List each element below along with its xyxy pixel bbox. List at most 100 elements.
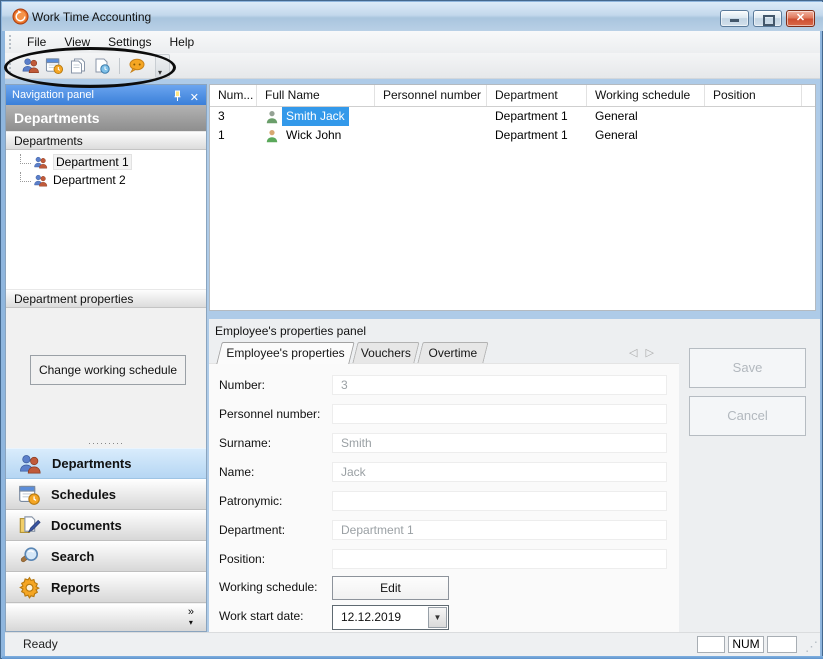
work-start-date-combo[interactable]: 12.12.2019 ▼ (332, 605, 449, 630)
navigation-panel-header[interactable]: Navigation panel ✕ (6, 85, 206, 105)
cell-full-name[interactable]: Wick John (257, 126, 375, 145)
save-button[interactable]: Save (689, 348, 806, 388)
sidebar-item-schedules[interactable]: Schedules (6, 479, 206, 510)
department-properties-label[interactable]: Department properties (6, 289, 206, 308)
position-label: Position: (219, 552, 266, 566)
tab-vouchers[interactable]: Vouchers (352, 342, 420, 363)
schedules-icon (45, 58, 63, 75)
menu-view[interactable]: View (55, 32, 99, 52)
sidebar-item-documents[interactable]: Documents (6, 510, 206, 541)
departments-group-label[interactable]: Departments (6, 131, 206, 150)
cell-full-name[interactable]: Smith Jack (257, 107, 375, 126)
status-bar: Ready NUM ⋰ (5, 632, 820, 656)
status-cell-num: NUM (728, 636, 764, 653)
close-button[interactable]: ✕ (786, 10, 815, 27)
table-row[interactable]: 3 Smith Jack Department 1 General (210, 107, 815, 126)
patronymic-field[interactable] (332, 491, 667, 511)
cell-working-schedule: General (595, 128, 638, 142)
toolbar-overflow-button[interactable]: ▾ (155, 53, 170, 78)
maximize-button[interactable] (753, 10, 782, 27)
work-start-date-value: 12.12.2019 (341, 610, 402, 624)
number-label: Number: (219, 378, 266, 392)
position-field[interactable] (332, 549, 667, 569)
employee-name: Wick John (286, 128, 342, 142)
surname-label: Surname: (219, 436, 272, 450)
documents-icon (71, 58, 85, 73)
column-header-position[interactable]: Position (705, 85, 802, 106)
cancel-button[interactable]: Cancel (689, 396, 806, 436)
reports-icon (19, 576, 40, 599)
chevron-double-right-icon[interactable]: » (188, 606, 194, 618)
edit-working-schedule-button[interactable]: Edit (332, 576, 449, 600)
column-header-personnel-number[interactable]: Personnel number (375, 85, 487, 106)
resize-grip[interactable]: ⋰ (805, 639, 818, 655)
department-properties-body: Change working schedule (6, 308, 206, 441)
tree-item-department-1[interactable]: Department 1 (6, 153, 206, 171)
tab-overtime[interactable]: Overtime (417, 342, 489, 363)
column-header-num[interactable]: Num... (210, 85, 257, 106)
department-icon (34, 174, 48, 186)
sidebar-item-label: Schedules (51, 487, 117, 502)
surname-field[interactable]: Smith (332, 433, 667, 453)
name-field[interactable]: Jack (332, 462, 667, 482)
column-header-working-schedule[interactable]: Working schedule (587, 85, 705, 106)
change-working-schedule-button[interactable]: Change working schedule (30, 355, 186, 385)
menu-file[interactable]: File (18, 32, 55, 52)
document-time-icon (95, 58, 110, 74)
panel-button-zone: Save Cancel (679, 319, 820, 632)
tab-scroll-left-icon[interactable]: ◁ (629, 347, 645, 359)
cell-personnel-number (375, 107, 487, 126)
sidebar-item-reports[interactable]: Reports (6, 572, 206, 603)
app-window: Work Time Accounting ✕ File View Setting… (0, 0, 823, 659)
department-field[interactable]: Department 1 (332, 520, 667, 540)
tab-employee-properties[interactable]: Employee's properties (216, 342, 355, 364)
toolbar-help-button[interactable] (125, 55, 149, 77)
sidebar-overflow-bar[interactable]: » ▾ (6, 604, 206, 631)
toolbar-document-time-button[interactable] (90, 55, 114, 77)
tab-scroll-right-icon[interactable]: ▷ (645, 347, 661, 359)
status-cell-empty-2 (767, 636, 797, 653)
patronymic-label: Patronymic: (219, 494, 283, 508)
menu-settings[interactable]: Settings (99, 32, 160, 52)
cell-position (705, 107, 802, 126)
panel-splitter[interactable]: ········· (6, 439, 206, 448)
menu-help[interactable]: Help (161, 32, 204, 52)
number-field[interactable]: 3 (332, 375, 667, 395)
cell-position (705, 126, 802, 145)
department-label: Department: (219, 523, 286, 537)
department-icon (34, 156, 48, 168)
column-header-department[interactable]: Department (487, 85, 587, 106)
working-schedule-label: Working schedule: (219, 580, 318, 594)
search-icon (20, 547, 39, 563)
properties-panel-title: Employee's properties panel (215, 324, 367, 338)
departments-icon (22, 58, 39, 74)
minimize-button[interactable] (720, 10, 749, 27)
table-row[interactable]: 1 Wick John Department 1 General (210, 126, 815, 145)
chevron-down-icon[interactable]: ▾ (189, 618, 193, 627)
toolbar-documents-button[interactable] (66, 55, 90, 77)
sidebar-item-search[interactable]: Search (6, 541, 206, 572)
toolbar-departments-button[interactable] (18, 55, 42, 77)
column-header-full-name[interactable]: Full Name (257, 85, 375, 106)
employee-properties-panel: Employee's properties panel ✕ Employee's… (209, 319, 820, 632)
sidebar-item-label: Departments (52, 456, 132, 471)
tree-item-department-2[interactable]: Department 2 (6, 171, 206, 189)
sidebar-item-departments[interactable]: Departments (6, 448, 206, 479)
personnel-number-field[interactable] (332, 404, 667, 424)
help-bubble-icon (129, 58, 145, 73)
name-label: Name: (219, 465, 255, 479)
status-message: Ready (23, 637, 58, 651)
employee-name-selected: Smith Jack (282, 107, 349, 126)
status-cell-empty-1 (697, 636, 725, 653)
toolbar-schedules-button[interactable] (42, 55, 66, 77)
work-start-date-label: Work start date: (219, 609, 304, 623)
employee-icon (266, 110, 278, 123)
navigation-panel-title: Navigation panel (12, 89, 94, 101)
toolbar: ▾ (5, 53, 820, 79)
sidebar-item-label: Reports (51, 580, 101, 595)
tab-strip: Employee's properties Vouchers Overtime … (209, 342, 679, 364)
maximize-icon (763, 15, 775, 26)
departments-tree: Department 1 Department 2 (6, 150, 206, 289)
title-bar[interactable]: Work Time Accounting ✕ (2, 2, 823, 31)
combo-dropdown-button[interactable]: ▼ (428, 607, 447, 628)
